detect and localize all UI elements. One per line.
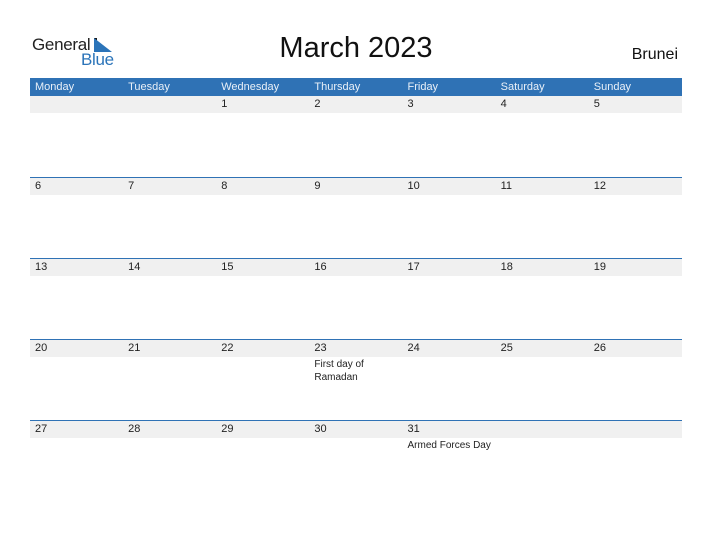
holiday-label bbox=[589, 113, 682, 114]
day-number: 13 bbox=[35, 261, 48, 273]
holiday-label bbox=[123, 113, 216, 114]
day-number: 10 bbox=[407, 180, 420, 192]
week-row: 6 7 8 9 10 11 12 bbox=[30, 177, 682, 258]
holiday-label bbox=[30, 357, 123, 384]
holiday-label bbox=[123, 276, 216, 277]
week-row: 1 2 3 4 5 bbox=[30, 96, 682, 177]
date-row: 1 2 3 4 5 bbox=[30, 96, 682, 113]
day-number: 7 bbox=[128, 180, 135, 192]
day-number: 15 bbox=[221, 261, 234, 273]
holiday-label: Armed Forces Day bbox=[407, 440, 491, 451]
holiday-label bbox=[30, 113, 123, 114]
holiday-label bbox=[589, 276, 682, 277]
event-row bbox=[30, 195, 682, 196]
holiday-label bbox=[403, 276, 496, 277]
day-number: 20 bbox=[35, 342, 48, 354]
day-number: 26 bbox=[593, 342, 606, 354]
day-number bbox=[589, 421, 682, 438]
holiday-label bbox=[123, 195, 216, 196]
day-number: 2 bbox=[314, 98, 321, 110]
day-number: 19 bbox=[593, 261, 606, 273]
holiday-label bbox=[309, 276, 402, 277]
holiday-label bbox=[216, 276, 309, 277]
holiday-label bbox=[589, 195, 682, 196]
holiday-label bbox=[216, 438, 309, 452]
week-row: 27 28 29 30 31 Armed Forces Day bbox=[30, 420, 682, 501]
day-number: 25 bbox=[500, 342, 513, 354]
event-row bbox=[30, 113, 682, 114]
holiday-label bbox=[403, 195, 496, 196]
day-number: 5 bbox=[593, 98, 600, 110]
day-number: 14 bbox=[128, 261, 141, 273]
day-number: 30 bbox=[314, 423, 327, 435]
weekday-sunday: Sunday bbox=[593, 81, 632, 93]
holiday-label bbox=[309, 113, 402, 114]
day-number bbox=[30, 96, 123, 113]
holiday-label bbox=[309, 438, 402, 452]
day-number: 31 bbox=[407, 423, 420, 435]
holiday-label bbox=[30, 438, 123, 452]
event-row bbox=[30, 276, 682, 277]
holiday-label bbox=[30, 276, 123, 277]
day-number bbox=[123, 96, 216, 113]
day-number: 6 bbox=[35, 180, 42, 192]
day-number: 11 bbox=[500, 180, 513, 192]
calendar-grid: Monday Tuesday Wednesday Thursday Friday… bbox=[30, 78, 682, 501]
day-number: 23 bbox=[314, 342, 327, 354]
holiday-label bbox=[496, 438, 589, 452]
holiday-label bbox=[216, 357, 309, 384]
weeks-container: 1 2 3 4 5 6 7 8 9 10 11 12 13 14 15 16 17 18 19 20 21 22 23 24 2… bbox=[30, 96, 682, 501]
holiday-label bbox=[309, 195, 402, 196]
holiday-label: First day of Ramadan bbox=[314, 359, 364, 383]
date-row: 6 7 8 9 10 11 12 bbox=[30, 178, 682, 195]
date-row: 20 21 22 23 24 25 26 bbox=[30, 340, 682, 357]
holiday-label bbox=[496, 276, 589, 277]
country-label: Brunei bbox=[631, 46, 678, 63]
holiday-label bbox=[496, 113, 589, 114]
day-number: 1 bbox=[221, 98, 228, 110]
event-row: Armed Forces Day bbox=[30, 438, 682, 452]
holiday-label bbox=[589, 438, 682, 452]
day-number: 27 bbox=[35, 423, 48, 435]
week-row: 20 21 22 23 24 25 26 First day of Ramadan bbox=[30, 339, 682, 420]
day-number: 29 bbox=[221, 423, 234, 435]
day-number: 21 bbox=[128, 342, 141, 354]
holiday-label bbox=[123, 357, 216, 384]
holiday-label bbox=[589, 357, 682, 384]
holiday-label bbox=[30, 195, 123, 196]
weekday-saturday: Saturday bbox=[500, 81, 545, 93]
day-number: 8 bbox=[221, 180, 228, 192]
calendar-title: March 2023 bbox=[279, 32, 433, 64]
day-number: 12 bbox=[593, 180, 606, 192]
day-number: 28 bbox=[128, 423, 141, 435]
weekday-friday: Friday bbox=[407, 81, 439, 93]
weekday-thursday: Thursday bbox=[314, 81, 361, 93]
weekday-monday: Monday bbox=[35, 81, 75, 93]
day-number: 4 bbox=[500, 98, 507, 110]
weekday-tuesday: Tuesday bbox=[128, 81, 170, 93]
date-row: 13 14 15 16 17 18 19 bbox=[30, 259, 682, 276]
day-number: 17 bbox=[407, 261, 420, 273]
weekday-header: Monday Tuesday Wednesday Thursday Friday… bbox=[30, 78, 682, 96]
day-number: 9 bbox=[314, 180, 321, 192]
day-number: 22 bbox=[221, 342, 234, 354]
day-number: 3 bbox=[407, 98, 414, 110]
week-row: 13 14 15 16 17 18 19 bbox=[30, 258, 682, 339]
holiday-label bbox=[496, 195, 589, 196]
holiday-label bbox=[496, 357, 589, 384]
date-row: 27 28 29 30 31 bbox=[30, 421, 682, 438]
holiday-label bbox=[403, 357, 496, 384]
day-number bbox=[496, 421, 589, 438]
event-row: First day of Ramadan bbox=[30, 357, 682, 384]
weekday-wednesday: Wednesday bbox=[221, 81, 280, 93]
holiday-label bbox=[403, 113, 496, 114]
holiday-label bbox=[216, 113, 309, 114]
holiday-label bbox=[123, 438, 216, 452]
day-number: 16 bbox=[314, 261, 327, 273]
holiday-label bbox=[216, 195, 309, 196]
day-number: 18 bbox=[500, 261, 513, 273]
day-number: 24 bbox=[407, 342, 420, 354]
